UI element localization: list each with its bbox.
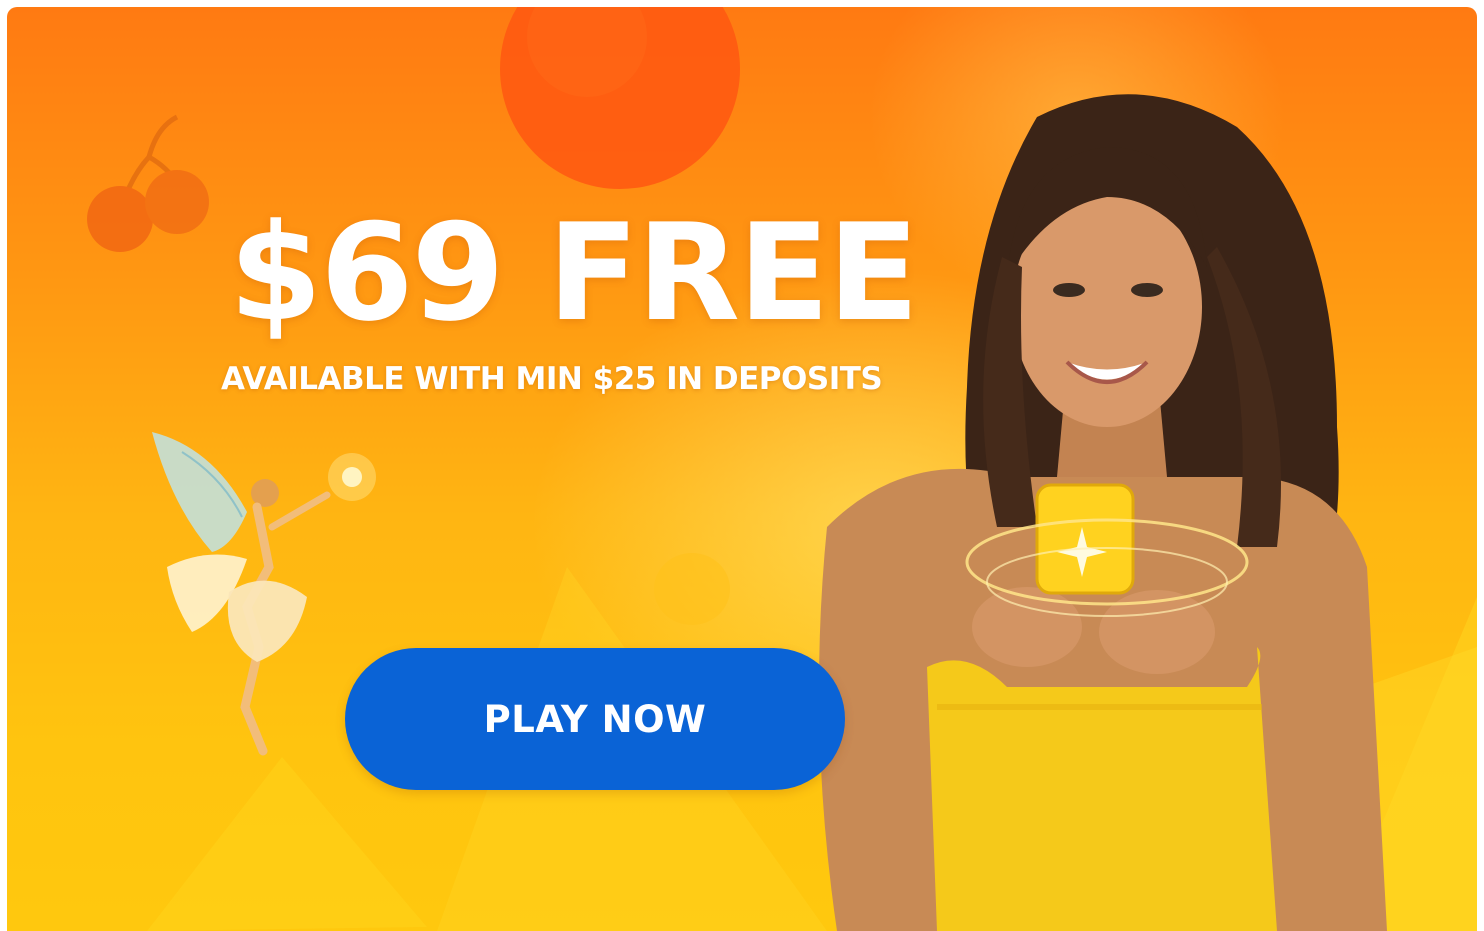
promo-subheadline: AVAILABLE WITH MIN $25 IN DEPOSITS: [221, 361, 883, 397]
orange-fruit-icon: [500, 7, 740, 189]
promo-banner[interactable]: $69 FREE AVAILABLE WITH MIN $25 IN DEPOS…: [7, 7, 1477, 931]
play-now-button[interactable]: PLAY NOW: [345, 648, 845, 790]
cherries-icon: [87, 114, 209, 252]
promo-headline: $69 FREE: [229, 195, 919, 351]
fairy-illustration: [152, 432, 376, 756]
background-decor: [87, 7, 1477, 931]
